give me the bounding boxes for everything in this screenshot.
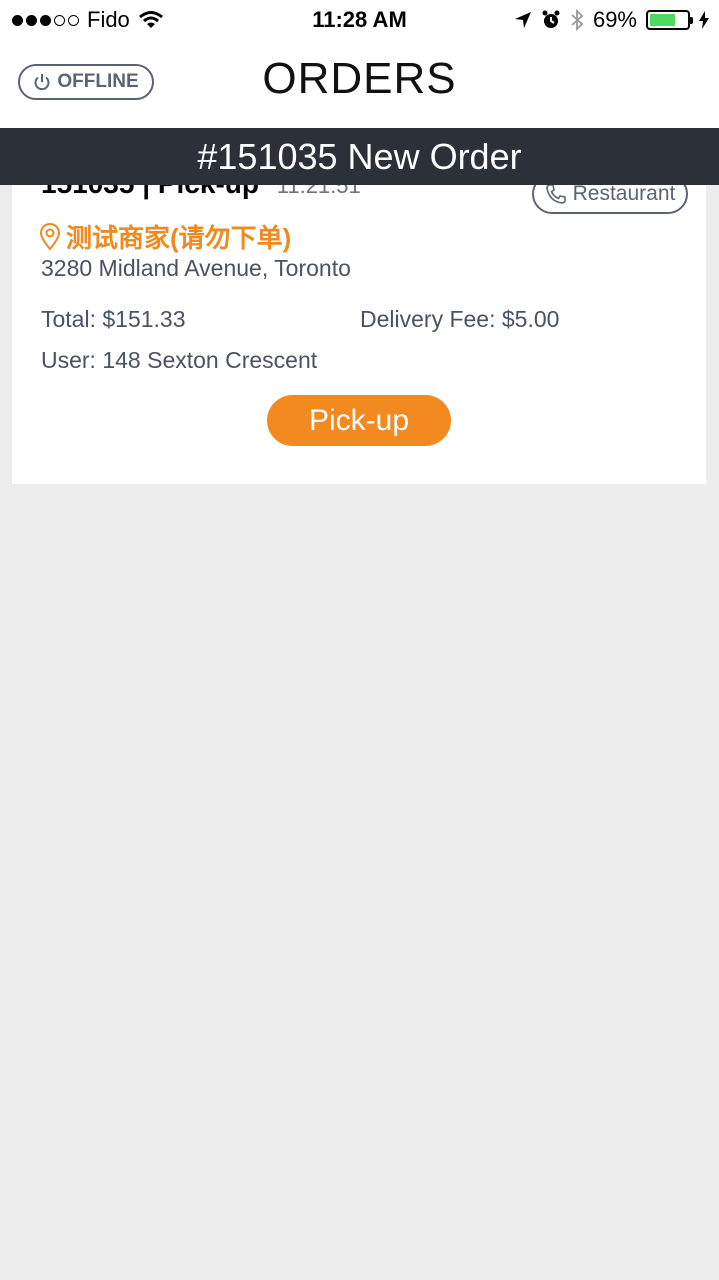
restaurant-button-label: Restaurant [572, 182, 676, 205]
pickup-button[interactable]: Pick-up [267, 395, 451, 446]
page-title: ORDERS [262, 54, 457, 103]
customer-address: User: 148 Sexton Crescent [41, 347, 318, 373]
alarm-icon [542, 10, 560, 28]
location-pin-icon [39, 222, 61, 251]
battery-icon [646, 10, 693, 30]
merchant-name-row: 测试商家(请勿下单) [39, 218, 291, 255]
status-right-group: 69% [514, 7, 709, 33]
phone-icon [545, 184, 566, 204]
status-bar: Fido 11:28 AM 69% [0, 0, 719, 40]
merchant-name: 测试商家(请勿下单) [66, 223, 292, 253]
location-arrow-icon [514, 12, 531, 28]
bluetooth-icon [571, 9, 584, 31]
nav-bar: OFFLINE ORDERS [0, 40, 719, 128]
merchant-address: 3280 Midland Avenue, Toronto [41, 255, 351, 281]
delivery-fee: Delivery Fee: $5.00 [360, 306, 560, 332]
battery-percent: 69% [592, 7, 637, 32]
charging-bolt-icon [699, 11, 709, 29]
new-order-banner[interactable]: #151035 New Order [0, 128, 719, 185]
order-total: Total: $151.33 [41, 306, 186, 332]
